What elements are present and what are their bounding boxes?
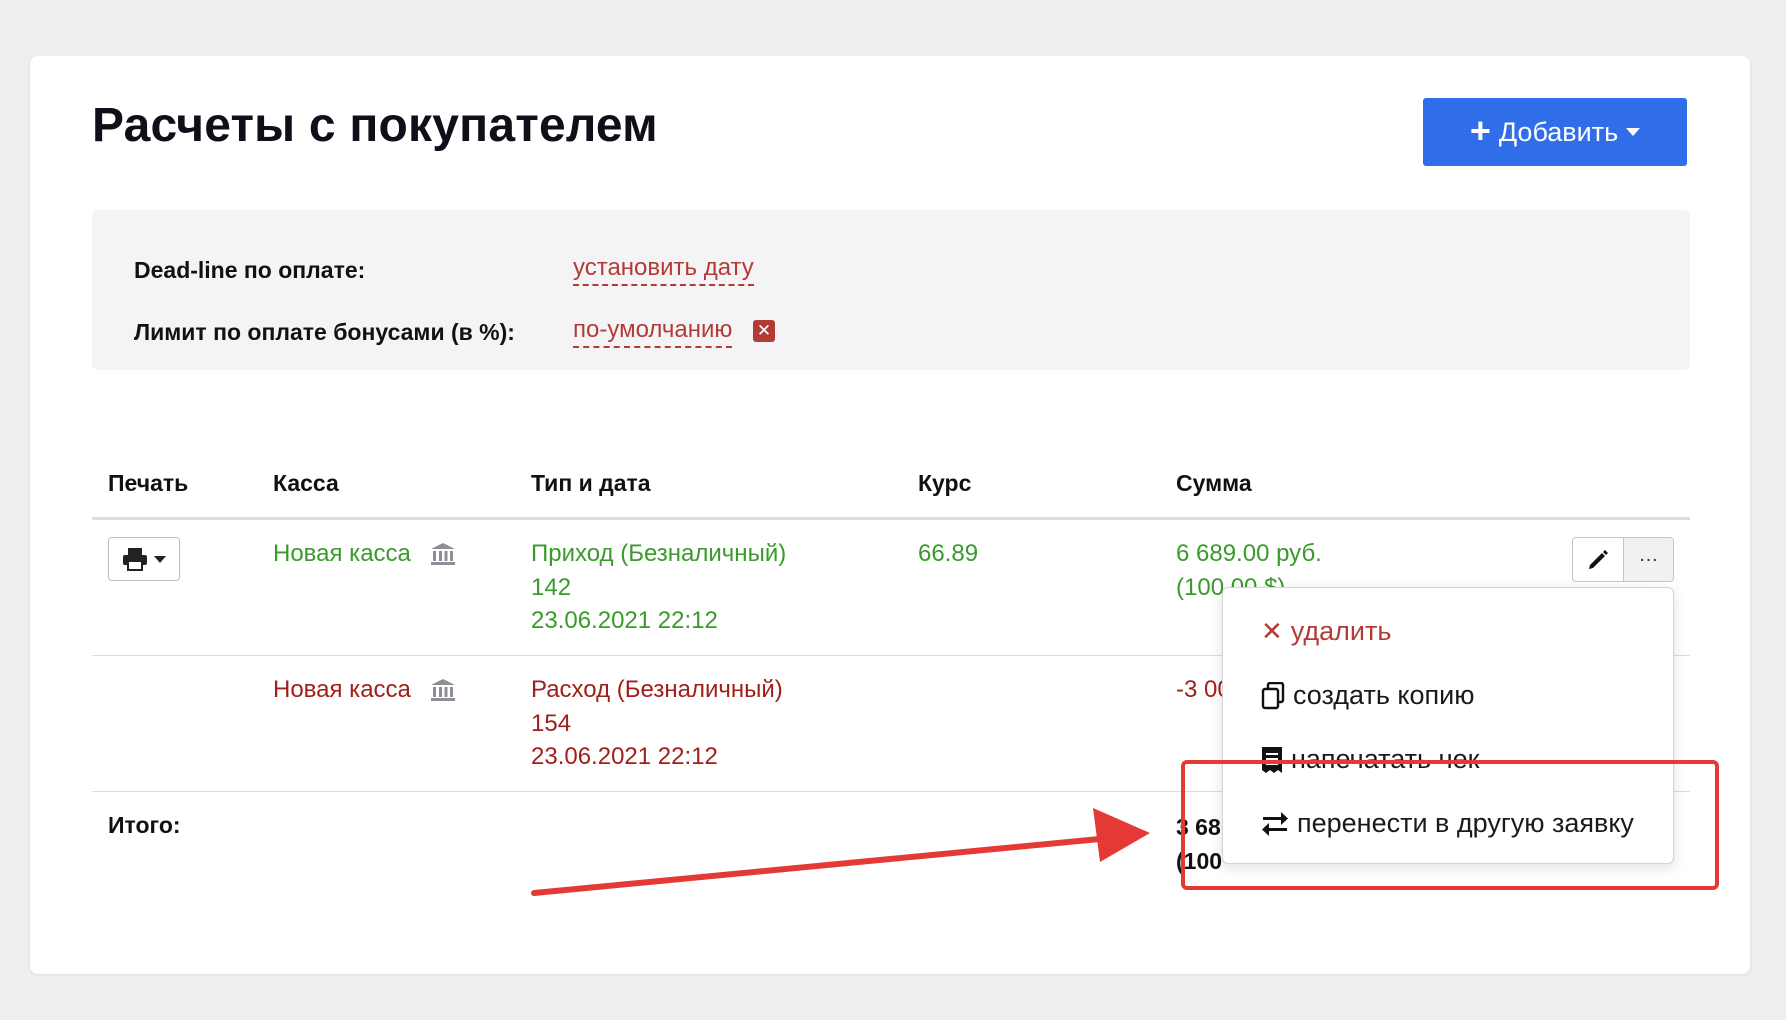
annotation-arrow [531, 808, 1150, 896]
